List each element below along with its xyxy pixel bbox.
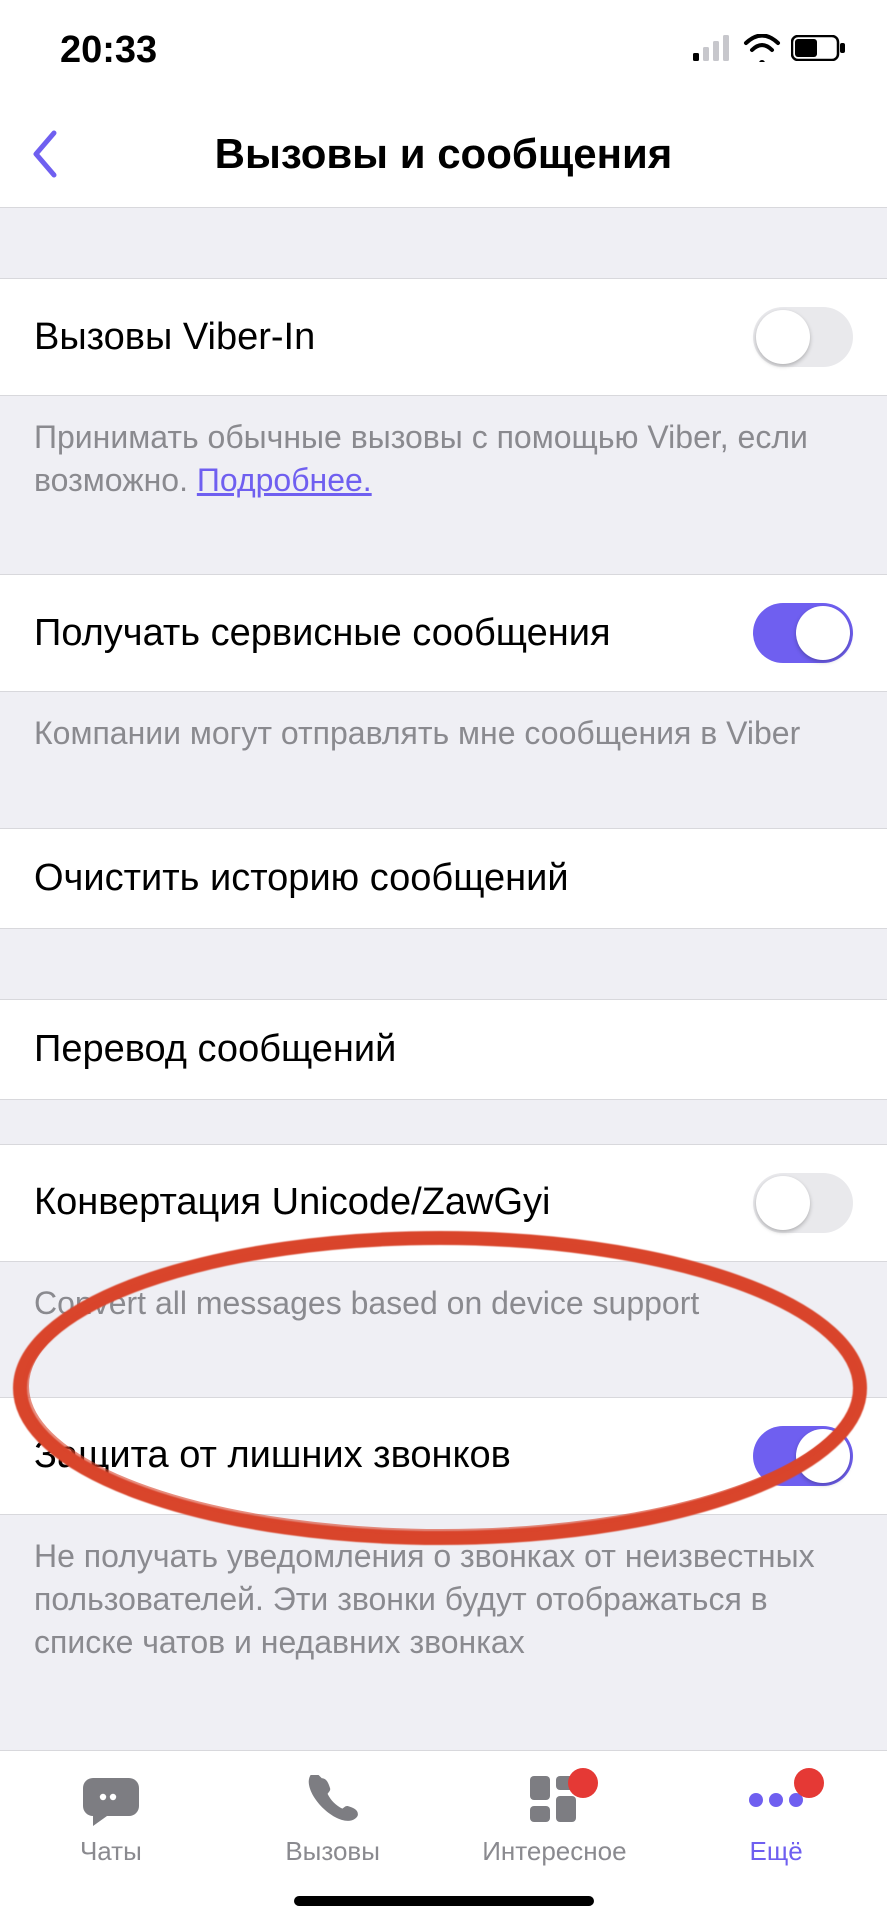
toggle-service-messages[interactable] bbox=[753, 603, 853, 663]
home-indicator[interactable] bbox=[294, 1896, 594, 1906]
wifi-icon bbox=[743, 34, 781, 67]
back-button[interactable] bbox=[14, 124, 74, 184]
battery-icon bbox=[791, 35, 847, 66]
section-spacer bbox=[0, 1100, 887, 1144]
row-service-messages[interactable]: Получать сервисные сообщения bbox=[0, 574, 887, 692]
section-spacer bbox=[0, 929, 887, 999]
tab-chats[interactable]: Чаты bbox=[0, 1751, 222, 1890]
tab-label: Чаты bbox=[80, 1836, 142, 1867]
row-clear-history[interactable]: Очистить историю сообщений bbox=[0, 828, 887, 929]
desc-text: Принимать обычные вызовы с помощью Viber… bbox=[34, 419, 808, 498]
tab-label: Ещё bbox=[750, 1836, 803, 1867]
section-spacer bbox=[0, 208, 887, 278]
toggle-viber-in[interactable] bbox=[753, 307, 853, 367]
status-bar: 20:33 bbox=[0, 0, 887, 100]
cellular-icon bbox=[693, 35, 733, 66]
chevron-left-icon bbox=[30, 129, 58, 179]
row-unicode-zawgyi[interactable]: Конвертация Unicode/ZawGyi bbox=[0, 1144, 887, 1262]
page-title: Вызовы и сообщения bbox=[0, 130, 887, 178]
row-call-protection-desc: Не получать уведомления о звонках от неи… bbox=[0, 1515, 887, 1693]
tab-explore[interactable]: Интересное bbox=[444, 1751, 666, 1890]
nav-bar: Вызовы и сообщения bbox=[0, 100, 887, 208]
row-viber-in-desc: Принимать обычные вызовы с помощью Viber… bbox=[0, 396, 887, 530]
row-label: Вызовы Viber-In bbox=[34, 316, 315, 359]
row-label: Перевод сообщений bbox=[34, 1028, 396, 1071]
notification-badge bbox=[568, 1768, 598, 1798]
toggle-unicode-zawgyi[interactable] bbox=[753, 1173, 853, 1233]
section-spacer bbox=[0, 1353, 887, 1397]
row-label: Очистить историю сообщений bbox=[34, 857, 569, 900]
row-viber-in[interactable]: Вызовы Viber-In bbox=[0, 278, 887, 396]
row-label: Защита от лишних звонков bbox=[34, 1434, 511, 1477]
row-service-messages-desc: Компании могут отправлять мне сообщения … bbox=[0, 692, 887, 783]
status-indicators bbox=[693, 34, 847, 67]
chat-icon bbox=[83, 1774, 139, 1831]
link-more[interactable]: Подробнее. bbox=[197, 462, 372, 498]
toggle-call-protection[interactable] bbox=[753, 1426, 853, 1486]
tab-calls[interactable]: Вызовы bbox=[222, 1751, 444, 1890]
tab-label: Интересное bbox=[482, 1836, 626, 1867]
row-translate-messages[interactable]: Перевод сообщений bbox=[0, 999, 887, 1100]
section-spacer bbox=[0, 530, 887, 574]
section-spacer bbox=[0, 784, 887, 828]
row-call-protection[interactable]: Защита от лишних звонков bbox=[0, 1397, 887, 1515]
tab-label: Вызовы bbox=[285, 1836, 380, 1867]
row-unicode-zawgyi-desc: Convert all messages based on device sup… bbox=[0, 1262, 887, 1353]
row-label: Получать сервисные сообщения bbox=[34, 612, 611, 655]
status-time: 20:33 bbox=[60, 29, 157, 72]
notification-badge bbox=[794, 1768, 824, 1798]
row-label: Конвертация Unicode/ZawGyi bbox=[34, 1181, 550, 1224]
phone-icon bbox=[308, 1775, 358, 1830]
tab-more[interactable]: Ещё bbox=[665, 1751, 887, 1890]
tab-bar: Чаты Вызовы Интересное bbox=[0, 1750, 887, 1920]
